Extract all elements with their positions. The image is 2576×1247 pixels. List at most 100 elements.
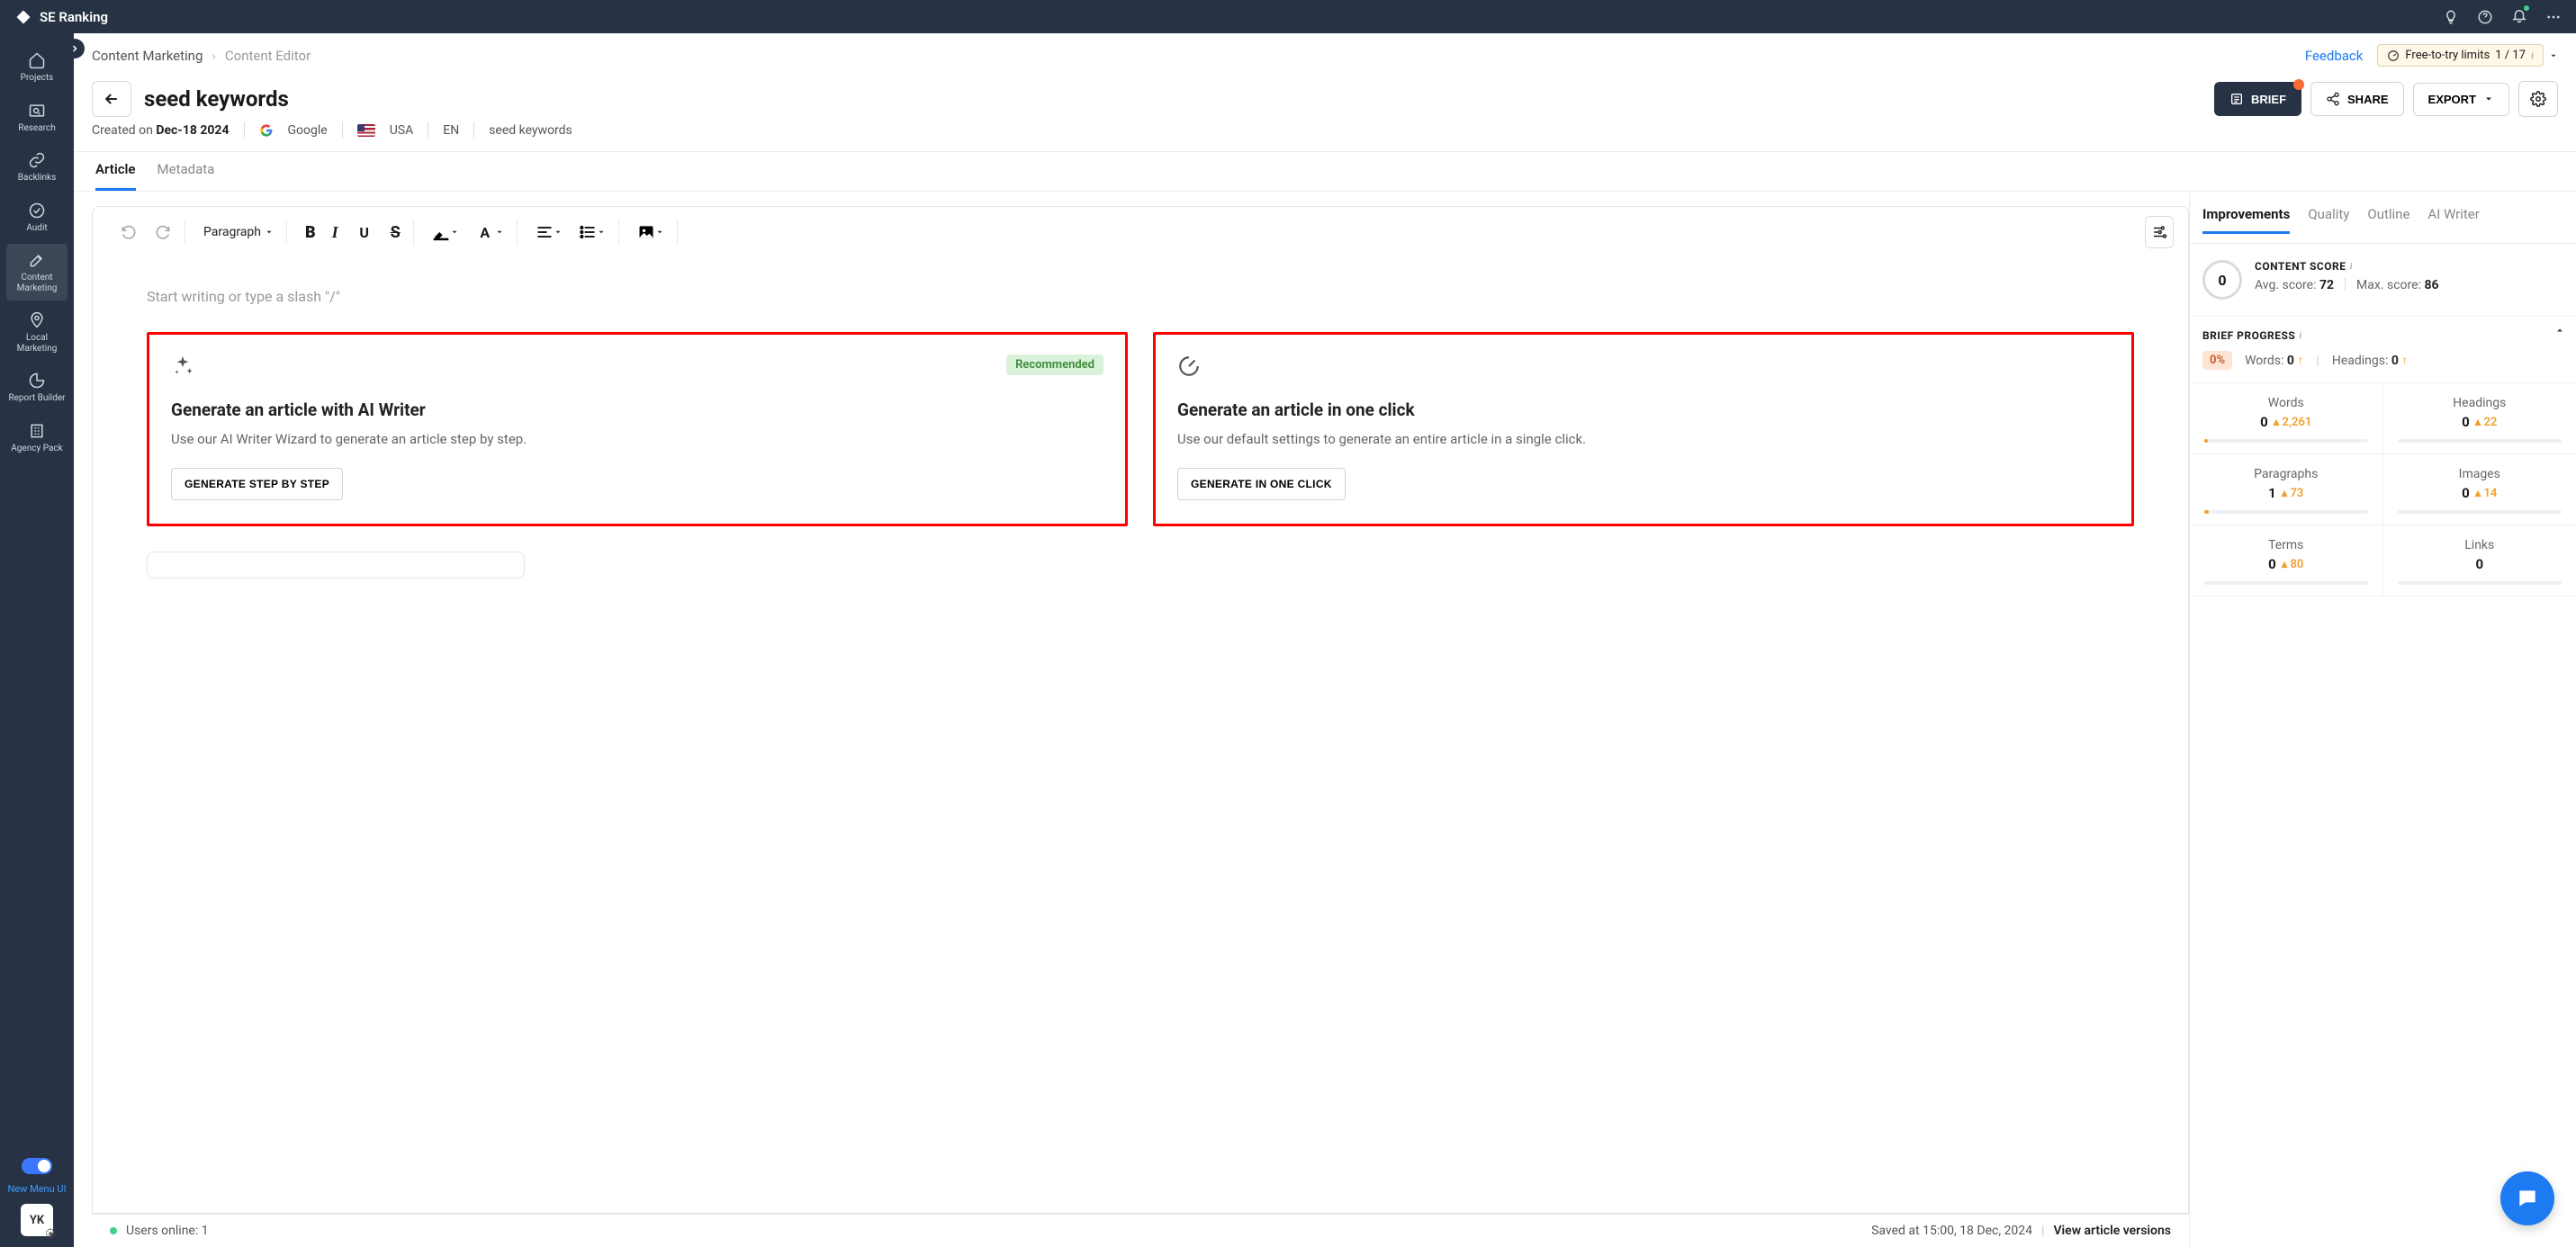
user-avatar[interactable]: YK	[21, 1204, 53, 1236]
chevron-right-icon	[69, 43, 80, 54]
sidebar-item-audit[interactable]: Audit	[6, 194, 68, 241]
notifications-button[interactable]	[2511, 7, 2527, 27]
back-button[interactable]	[92, 81, 131, 117]
share-button[interactable]: SHARE	[2310, 82, 2404, 116]
gauge-icon	[2387, 49, 2400, 62]
sidebar-item-report-builder[interactable]: Report Builder	[6, 364, 68, 411]
italic-button[interactable]: I	[327, 220, 344, 246]
score-title: CONTENT SCORE i	[2255, 260, 2439, 273]
country: USA	[390, 123, 414, 138]
chat-fab[interactable]	[2500, 1171, 2554, 1225]
sidebar-item-content-marketing[interactable]: Content Marketing	[6, 244, 68, 301]
undo-button[interactable]	[114, 220, 143, 245]
search-engine: Google	[288, 123, 328, 138]
settings-button[interactable]	[2518, 81, 2558, 117]
ai-writer-card: Recommended Generate an article with AI …	[147, 332, 1128, 526]
sidebar-label: Audit	[26, 223, 47, 234]
strikethrough-button[interactable]: S	[385, 220, 406, 246]
editor-toolbar: Paragraph B I U S A	[92, 206, 2189, 257]
bold-icon: B	[305, 223, 316, 242]
main: Content Marketing › Content Editor Feedb…	[74, 33, 2576, 1247]
brief-pct: 0%	[2202, 351, 2232, 370]
tab-article[interactable]: Article	[95, 161, 136, 191]
metric-headings: Headings 0▴ 22	[2383, 383, 2576, 454]
notification-dot-icon	[2293, 79, 2304, 90]
brand[interactable]: SE Ranking	[14, 8, 108, 26]
title-row: seed keywords BRIEF SHARE EXPORT	[74, 74, 2576, 122]
gear-icon	[2530, 91, 2546, 107]
sidebar-item-projects[interactable]: Projects	[6, 44, 68, 91]
brief-button[interactable]: BRIEF	[2214, 82, 2301, 116]
limits-dropdown[interactable]: Free-to-try limits 1 / 17 i	[2377, 44, 2558, 67]
highlight-color-button[interactable]	[427, 220, 464, 245]
redo-button[interactable]	[149, 220, 177, 245]
list-button[interactable]	[573, 220, 611, 245]
underline-button[interactable]: U	[349, 220, 380, 244]
toolbar-advanced-button[interactable]	[2145, 216, 2174, 248]
textcolor-icon: A	[475, 224, 495, 240]
tab-aiwriter[interactable]: AI Writer	[2427, 206, 2479, 234]
image-insert-button[interactable]	[632, 220, 670, 245]
google-icon	[259, 123, 274, 138]
meta-keyword: seed keywords	[489, 123, 572, 138]
arrow-up-icon: ↑	[2401, 354, 2408, 368]
max-score: Max. score: 86	[2356, 278, 2438, 292]
bold-button[interactable]: B	[300, 220, 321, 246]
tab-outline[interactable]: Outline	[2367, 206, 2409, 234]
paragraph-dropdown[interactable]: Paragraph	[198, 221, 279, 243]
online-dot-icon	[110, 1227, 117, 1234]
gear-icon	[44, 1227, 57, 1240]
idea-icon[interactable]	[2443, 9, 2459, 25]
sidebar-item-backlinks[interactable]: Backlinks	[6, 144, 68, 191]
chevron-down-icon	[2483, 94, 2494, 104]
right-tabs: Improvements Quality Outline AI Writer	[2190, 206, 2576, 244]
editor-body[interactable]: Start writing or type a slash "/" Recomm…	[92, 257, 2189, 1214]
sidebar-label: Agency Pack	[11, 444, 62, 454]
brief-title: BRIEF PROGRESS i	[2202, 329, 2563, 342]
sidebar-label: Content Marketing	[8, 273, 66, 293]
export-button[interactable]: EXPORT	[2413, 83, 2509, 116]
view-versions-link[interactable]: View article versions	[2053, 1224, 2171, 1238]
redo-icon	[154, 223, 172, 241]
caret-down-icon	[265, 228, 274, 237]
text-color-button[interactable]: A	[470, 220, 509, 244]
tab-metadata[interactable]: Metadata	[158, 161, 215, 191]
sidebar-item-research[interactable]: Research	[6, 94, 68, 141]
caret-down-icon	[2549, 51, 2558, 60]
metric-terms: Terms 0▴ 80	[2190, 525, 2383, 597]
feedback-link[interactable]: Feedback	[2305, 48, 2364, 64]
info-icon[interactable]: i	[2349, 261, 2353, 272]
info-icon[interactable]: i	[2299, 330, 2302, 341]
menu-mode-toggle[interactable]	[22, 1158, 52, 1174]
editor-placeholder: Start writing or type a slash "/"	[147, 279, 2134, 332]
caret-down-icon	[495, 228, 504, 237]
info-icon: i	[2531, 50, 2534, 61]
speed-icon	[1177, 354, 1201, 378]
help-icon[interactable]	[2477, 9, 2493, 25]
sidebar-label: Projects	[21, 73, 54, 84]
saved-timestamp: Saved at 15:00, 18 Dec, 2024	[1871, 1224, 2032, 1238]
italic-icon: I	[332, 223, 338, 242]
sidebar-item-agency-pack[interactable]: Agency Pack	[6, 415, 68, 462]
brief-words: Words: 0 ↑	[2245, 353, 2303, 368]
sidebar-item-local-marketing[interactable]: Local Marketing	[6, 304, 68, 361]
page-title: seed keywords	[144, 86, 289, 112]
generate-step-by-step-button[interactable]: GENERATE STEP BY STEP	[171, 468, 343, 500]
tab-improvements[interactable]: Improvements	[2202, 206, 2290, 234]
tab-quality[interactable]: Quality	[2308, 206, 2349, 234]
expand-sidebar-button[interactable]	[65, 39, 85, 58]
recommended-badge: Recommended	[1006, 354, 1103, 375]
crumb-parent[interactable]: Content Marketing	[92, 48, 203, 64]
home-icon	[28, 51, 46, 69]
align-button[interactable]	[530, 220, 568, 245]
more-icon[interactable]	[2545, 9, 2562, 25]
new-menu-label: New Menu UI	[7, 1183, 66, 1195]
sidebar-label: Research	[18, 123, 55, 134]
collapse-button[interactable]	[2554, 322, 2565, 339]
share-label: SHARE	[2347, 93, 2389, 106]
generate-one-click-button[interactable]: GENERATE IN ONE CLICK	[1177, 468, 1346, 500]
underline-icon: U	[355, 224, 374, 240]
one-click-card: Generate an article in one click Use our…	[1153, 332, 2134, 526]
brief-label: BRIEF	[2251, 93, 2286, 106]
link-icon	[28, 151, 46, 169]
